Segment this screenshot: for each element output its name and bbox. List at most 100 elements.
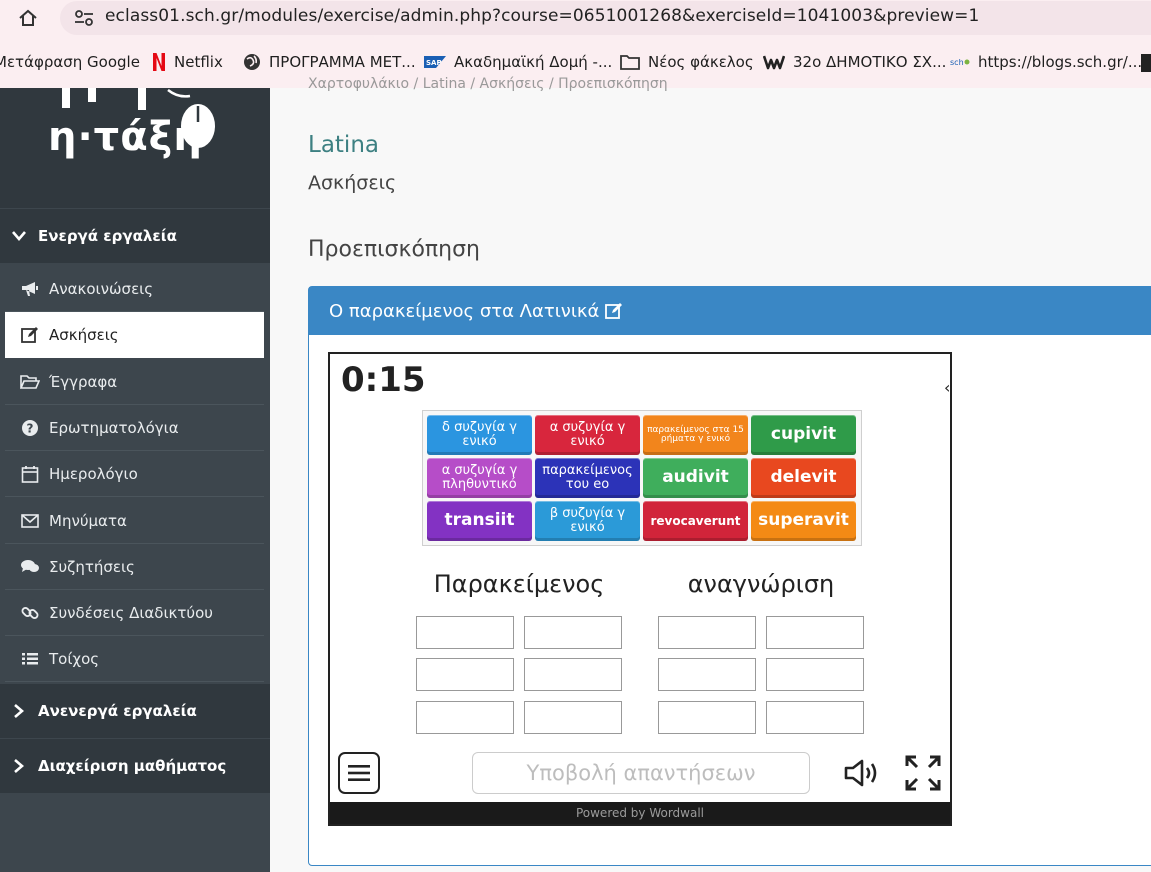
answer-slot[interactable] (766, 701, 864, 734)
bookmark-label: https://blogs.sch.gr/... (978, 53, 1143, 71)
answer-slot[interactable] (766, 658, 864, 691)
answer-tile[interactable]: audivit (643, 458, 748, 498)
list-icon (5, 652, 49, 666)
column-2-title: αναγνώριση (687, 570, 835, 598)
side-arrow-icon[interactable]: ‹ (944, 378, 950, 397)
sidebar-item-announcements[interactable]: Ανακοινώσεις (5, 266, 264, 312)
sidebar-item-label: Ερωτηματολόγια (49, 418, 179, 437)
answer-tile[interactable]: delevit (751, 458, 856, 498)
folder-icon (620, 54, 640, 70)
sidebar-item-label: Ημερολόγιο (49, 464, 138, 483)
chevron-down-icon (0, 231, 38, 241)
bookmark-label: Μετάφραση Google (0, 53, 140, 71)
tile-grid: δ συζυγία γ ενικό α συζυγία γ ενικό παρακε… (422, 410, 862, 546)
answer-slot[interactable] (658, 701, 756, 734)
sidebar-item-questionnaires[interactable]: ? Ερωτηματολόγια (5, 405, 264, 451)
svg-text:SAP: SAP (426, 59, 442, 67)
answer-tile[interactable]: transiit (427, 501, 532, 541)
overflow-bookmark-icon[interactable] (1141, 54, 1151, 72)
link-icon (5, 604, 49, 622)
answer-tile[interactable]: α συζυγία γ πληθυντικό (427, 458, 532, 498)
bookmark-programma[interactable]: ΠΡΟΓΡΑΜΜΑ ΜΕΤ... (243, 51, 416, 73)
sidebar-item-wall[interactable]: Τοίχος (5, 636, 264, 682)
active-tools-header[interactable]: Ενεργά εργαλεία (0, 209, 270, 263)
svg-text:sch: sch (950, 58, 964, 67)
answer-slot[interactable] (658, 658, 756, 691)
megaphone-icon (5, 281, 49, 297)
answer-tile[interactable]: cupivit (751, 415, 856, 455)
course-admin-header[interactable]: Διαχείριση μαθήματος (0, 739, 270, 793)
sidebar: η·τάξη Ενεργά εργαλεία Ανακοινώσεις Ασκή… (0, 88, 270, 872)
sound-icon[interactable] (842, 754, 882, 792)
course-title[interactable]: Latina (308, 132, 379, 158)
answer-slot[interactable] (524, 658, 622, 691)
url-text[interactable]: eclass01.sch.gr/modules/exercise/admin.p… (105, 6, 979, 26)
section-title: Ασκήσεις (308, 172, 397, 194)
sidebar-item-label: Συνδέσεις Διαδικτύου (49, 603, 213, 622)
edit-icon[interactable] (605, 302, 625, 320)
main-content: Χαρτοφυλάκιο / Latina / Ασκήσεις / Προεπ… (270, 76, 1151, 872)
answer-slot[interactable] (416, 658, 514, 691)
answer-tile[interactable]: παρακείμενος του eo (535, 458, 640, 498)
sidebar-item-exercises[interactable]: Ασκήσεις (5, 312, 264, 358)
bookmark-neos-fakelos[interactable]: Νέος φάκελος (620, 51, 754, 73)
bookmark-label: Ακαδημαϊκή Δομή -... (454, 53, 613, 71)
bookmark-akadimaiki-domi[interactable]: SAP Ακαδημαϊκή Δομή -... (424, 51, 612, 73)
answer-slot[interactable] (766, 616, 864, 649)
svg-text:?: ? (27, 421, 34, 435)
bookmark-label: ΠΡΟΓΡΑΜΜΑ ΜΕΤ... (269, 53, 416, 71)
sidebar-item-label: Τοίχος (49, 649, 100, 668)
course-admin-label: Διαχείριση μαθήματος (38, 757, 227, 775)
active-tools-label: Ενεργά εργαλεία (38, 227, 177, 245)
fullscreen-icon[interactable] (902, 752, 944, 794)
panel-header: Ο παρακείμενος στα Λατινικά (309, 287, 1151, 335)
sidebar-item-documents[interactable]: Έγγραφα (5, 359, 264, 405)
sidebar-item-label: Ασκήσεις (49, 326, 119, 344)
site-settings-icon[interactable] (72, 8, 96, 28)
globe-icon (243, 53, 261, 71)
envelope-icon (5, 513, 49, 528)
timer: 0:15 (341, 360, 426, 400)
answer-tile[interactable]: revocaverunt (643, 501, 748, 541)
menu-button[interactable] (338, 752, 380, 794)
panel-title: Ο παρακείμενος στα Λατινικά (329, 300, 600, 322)
bookmark-label: Νέος φάκελος (648, 53, 754, 71)
breadcrumb[interactable]: Χαρτοφυλάκιο / Latina / Ασκήσεις / Προεπ… (308, 76, 668, 92)
sidebar-item-label: Μηνύματα (49, 511, 127, 530)
sidebar-item-label: Έγγραφα (49, 372, 118, 391)
bookmark-google-translate[interactable]: Μετάφραση Google (0, 51, 140, 73)
sidebar-item-calendar[interactable]: Ημερολόγιο (5, 451, 264, 497)
browser-bar: eclass01.sch.gr/modules/exercise/admin.p… (0, 0, 1151, 88)
submit-answers-button[interactable]: Υποβολή απαντήσεων (472, 752, 810, 794)
sap-icon: SAP (424, 56, 446, 68)
answer-slot[interactable] (416, 701, 514, 734)
chevron-right-icon (0, 759, 38, 773)
sidebar-item-label: Ανακοινώσεις (49, 279, 154, 298)
answer-tile[interactable]: παρακείμενος στα 15 ρήματα γ ενικό (643, 415, 748, 455)
answer-tile[interactable]: superavit (751, 501, 856, 541)
bookmark-blogs-sch[interactable]: sch https://blogs.sch.gr/... (950, 51, 1142, 73)
home-icon[interactable] (14, 6, 42, 30)
answer-slot[interactable] (524, 616, 622, 649)
answer-slot[interactable] (524, 701, 622, 734)
answer-tile[interactable]: α συζυγία γ ενικό (535, 415, 640, 455)
inactive-tools-label: Ανενεργά εργαλεία (38, 702, 197, 720)
page-title: Προεπισκόπηση (308, 237, 480, 262)
answer-tile[interactable]: β συζυγία γ ενικό (535, 501, 640, 541)
logo[interactable]: η·τάξη (0, 88, 270, 208)
answer-slot[interactable] (416, 616, 514, 649)
edit-icon (5, 326, 49, 344)
answer-slot[interactable] (658, 616, 756, 649)
powered-by-footer[interactable]: Powered by Wordwall (330, 802, 950, 824)
netflix-icon (152, 52, 166, 72)
bookmark-netflix[interactable]: Netflix (152, 51, 223, 73)
calendar-icon (5, 465, 49, 483)
sidebar-item-links[interactable]: Συνδέσεις Διαδικτύου (5, 590, 264, 636)
inactive-tools-header[interactable]: Ανενεργά εργαλεία (0, 684, 270, 738)
answer-tile[interactable]: δ συζυγία γ ενικό (427, 415, 532, 455)
bookmark-32o-dimotiko[interactable]: 32ο ΔΗΜΟΤΙΚΟ ΣΧ... (763, 51, 946, 73)
sidebar-item-messages[interactable]: Μηνύματα (5, 498, 264, 544)
column-1-title: Παρακείμενος (433, 570, 605, 598)
sidebar-item-discussions[interactable]: Συζητήσεις (5, 544, 264, 590)
exercise-panel: Ο παρακείμενος στα Λατινικά 0:15 ‹ δ συζ… (308, 286, 1151, 866)
